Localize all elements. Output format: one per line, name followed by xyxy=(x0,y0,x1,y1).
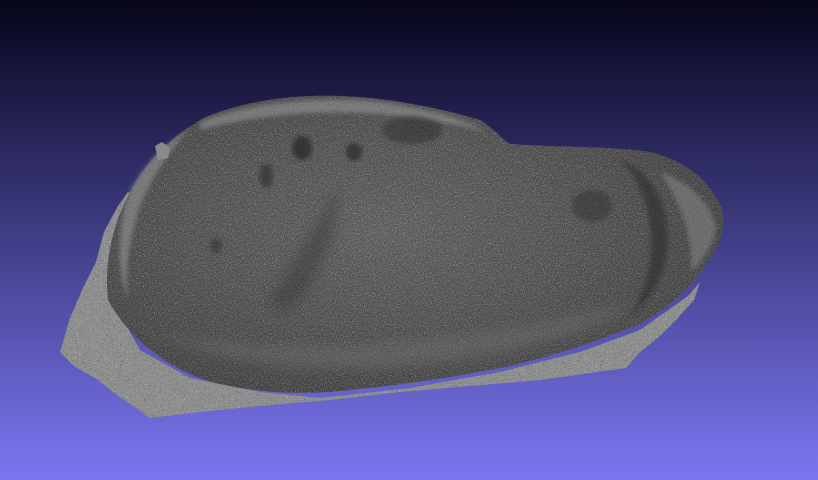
3d-viewport[interactable] xyxy=(0,0,818,480)
mesh-pit xyxy=(346,143,362,161)
mesh-pit xyxy=(259,164,273,188)
mesh-pit xyxy=(382,116,442,144)
mesh-pit xyxy=(572,190,612,222)
mesh-pit xyxy=(210,238,222,254)
render-canvas[interactable] xyxy=(0,0,818,480)
mesh-pit xyxy=(292,136,312,160)
